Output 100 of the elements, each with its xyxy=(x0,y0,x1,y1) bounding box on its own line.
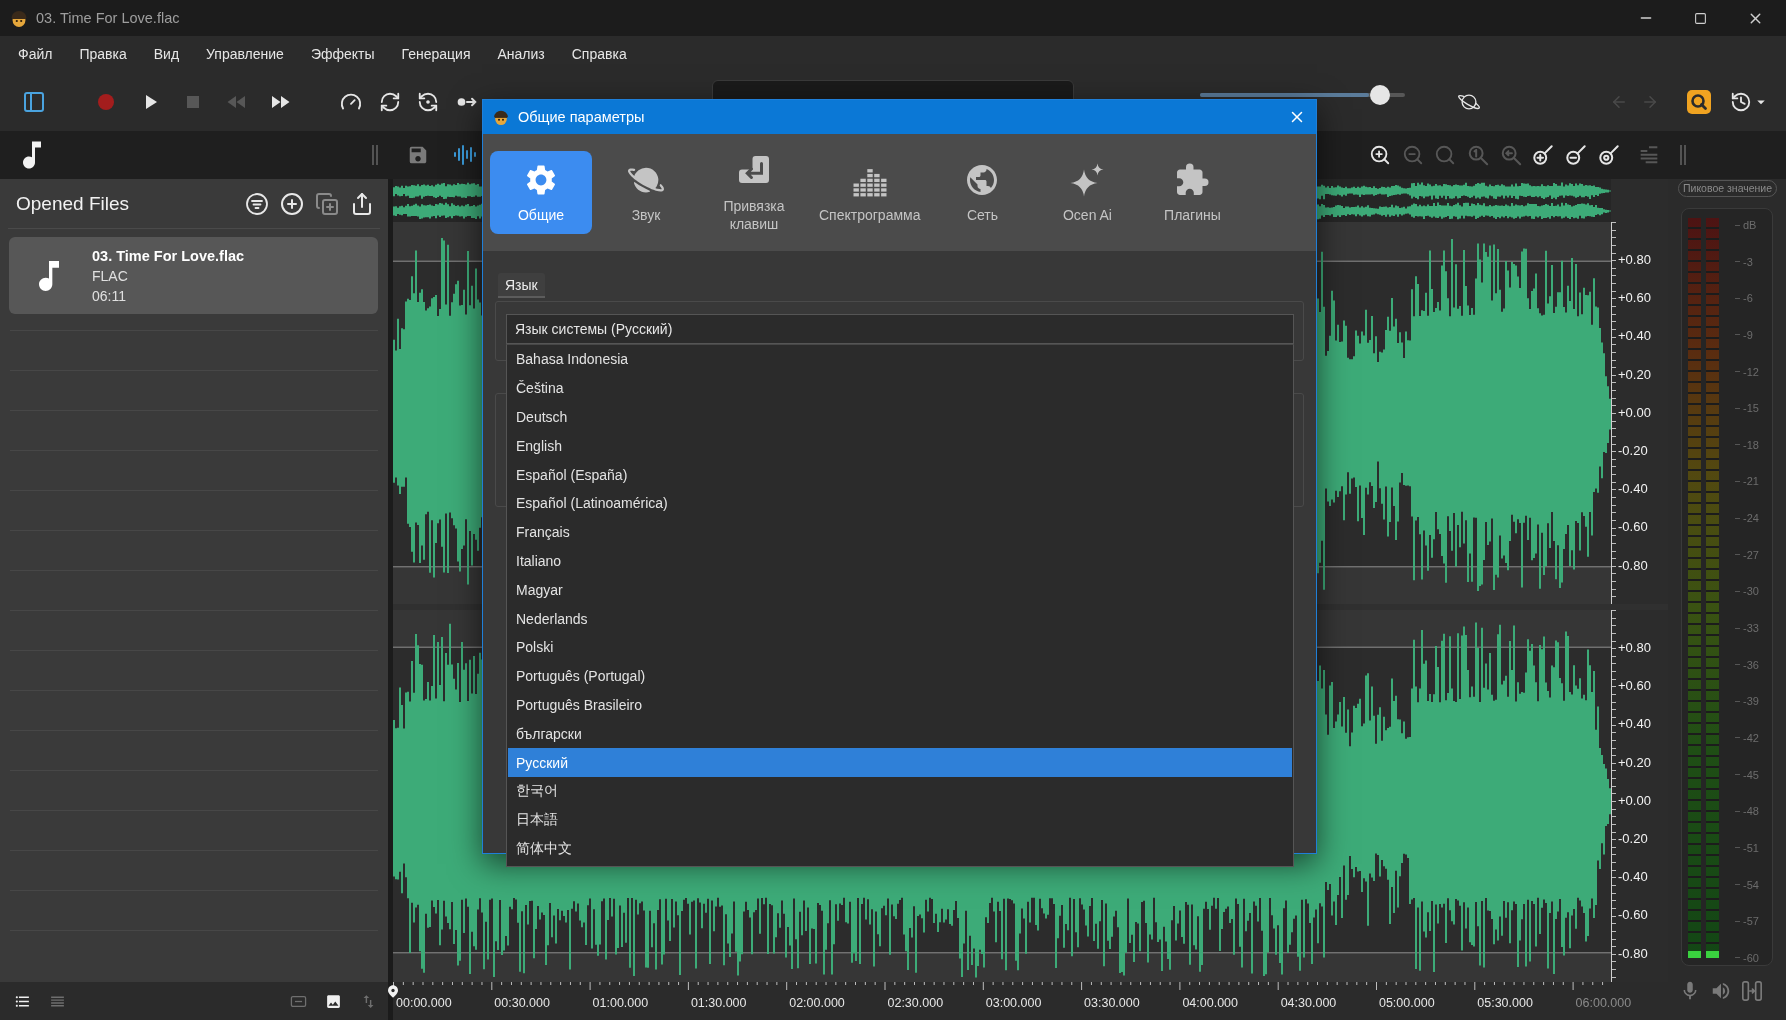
dropdown-option[interactable]: Русский xyxy=(508,748,1292,777)
time-label: 04:00.000 xyxy=(1182,995,1239,1011)
history-icon[interactable] xyxy=(1730,90,1753,113)
time-label: 02:00.000 xyxy=(789,995,846,1011)
amplitude-label: -0.80 xyxy=(1617,556,1649,575)
amplitude-label: -0.60 xyxy=(1617,518,1649,537)
language-dropdown[interactable]: Язык системы (Русский) xyxy=(506,314,1294,344)
dropdown-option[interactable]: Português Brasileiro xyxy=(508,690,1292,720)
file-item[interactable]: 03. Time For Love.flac FLAC 06:11 xyxy=(9,237,378,314)
drag-handle-icon[interactable] xyxy=(371,144,379,166)
amplitude-label: -0.20 xyxy=(1617,441,1649,460)
meter-scale-label: -6 xyxy=(1735,292,1759,305)
meter-scale-label: -33 xyxy=(1735,622,1759,635)
menu-item[interactable]: Правка xyxy=(79,46,127,62)
speaker-icon[interactable] xyxy=(1710,980,1732,1002)
meter-scale-label: -39 xyxy=(1735,695,1759,708)
amplitude-label: +0.20 xyxy=(1617,753,1652,772)
dropdown-option[interactable]: Nederlands xyxy=(508,604,1292,633)
meter-scale-label: -51 xyxy=(1735,841,1759,854)
time-label: 04:30.000 xyxy=(1280,995,1338,1011)
menu-item[interactable]: Файл xyxy=(18,46,53,62)
vertical-zoom-reset-icon[interactable] xyxy=(1597,144,1620,166)
dropdown-option[interactable]: 日本語 xyxy=(508,805,1292,835)
amplitude-label: +0.00 xyxy=(1617,791,1652,810)
preferences-tab[interactable]: Привязка клавиш xyxy=(700,151,808,234)
meter-scale-label: -18 xyxy=(1735,438,1759,451)
dropdown-option[interactable]: Bahasa Indonesia xyxy=(508,345,1292,374)
amplitude-label: +0.80 xyxy=(1617,251,1652,269)
amplitude-label: -0.40 xyxy=(1617,868,1649,887)
search-icon[interactable] xyxy=(1687,89,1712,114)
time-label: 00:00.000 xyxy=(396,995,453,1011)
waveform-view-icon[interactable] xyxy=(453,143,477,167)
time-label: 01:30.000 xyxy=(690,995,748,1011)
menu-item[interactable]: Анализ xyxy=(497,46,545,62)
zoom-in-icon[interactable] xyxy=(1369,144,1391,166)
dropdown-option[interactable]: Español (España) xyxy=(508,460,1292,489)
dropdown-option[interactable]: Français xyxy=(508,517,1292,547)
preferences-tab[interactable]: Звук xyxy=(595,151,697,234)
menu-item[interactable]: Управление xyxy=(206,46,284,62)
meter-scale-label: -15 xyxy=(1735,402,1759,415)
loop-dot-icon[interactable] xyxy=(417,90,440,113)
preferences-tab[interactable]: Ocen Ai xyxy=(1036,151,1139,234)
dropdown-option[interactable]: Magyar xyxy=(508,575,1292,605)
meter-scale-label: -27 xyxy=(1735,548,1759,561)
dropdown-option[interactable]: български xyxy=(508,719,1292,749)
preferences-tab[interactable]: Плагины xyxy=(1141,151,1244,234)
meter-scale-label: -57 xyxy=(1735,915,1759,928)
amplitude-label: +0.60 xyxy=(1617,289,1652,308)
dropdown-option[interactable]: 한국어 xyxy=(508,776,1292,806)
add-icon[interactable] xyxy=(280,191,304,216)
playhead-marker-icon[interactable] xyxy=(388,985,398,998)
dropdown-option[interactable]: Deutsch xyxy=(508,402,1292,432)
dialog-title: Общие параметры xyxy=(518,109,646,125)
loop-icon[interactable] xyxy=(378,90,401,113)
preferences-tab[interactable]: Спектрограмма xyxy=(811,151,929,234)
vertical-zoom-in-icon[interactable] xyxy=(1532,144,1555,166)
menu-item[interactable]: Вид xyxy=(153,46,180,62)
section-tab[interactable]: Язык xyxy=(498,273,545,298)
meter-scale-label: -21 xyxy=(1735,475,1759,488)
vertical-zoom-out-icon[interactable] xyxy=(1565,144,1588,166)
save-icon[interactable] xyxy=(407,144,429,166)
meter-scale-label: -9 xyxy=(1735,328,1759,341)
image-icon[interactable] xyxy=(325,992,342,1010)
dropdown-option[interactable]: Čeština xyxy=(508,373,1292,403)
time-label: 06:00.000 xyxy=(1575,995,1633,1011)
amplitude-label: +0.40 xyxy=(1617,715,1652,734)
maximize-icon[interactable] xyxy=(1694,11,1707,25)
menu-item[interactable]: Генерация xyxy=(401,46,471,62)
meter-scale-label: -3 xyxy=(1735,255,1759,268)
dropdown-option[interactable]: Polski xyxy=(508,632,1292,662)
time-label: 03:30.000 xyxy=(1084,995,1141,1011)
dropdown-option[interactable]: Português (Portugal) xyxy=(508,661,1292,691)
amplitude-label: -0.80 xyxy=(1617,944,1649,963)
sidebar-toggle-icon[interactable] xyxy=(22,89,46,114)
dropdown-option[interactable]: English xyxy=(508,431,1292,461)
dropdown-option[interactable]: Español (Latinoamérica) xyxy=(508,489,1292,518)
meter-scale-label: -54 xyxy=(1735,878,1759,891)
preferences-tab[interactable]: Сеть xyxy=(931,151,1034,234)
meter-scale-label: -30 xyxy=(1735,585,1759,598)
time-label: 01:00.000 xyxy=(592,995,650,1011)
time-label: 05:00.000 xyxy=(1378,995,1436,1011)
channel-split-icon[interactable] xyxy=(1741,980,1763,1002)
share-icon[interactable] xyxy=(350,191,374,216)
time-label: 00:30.000 xyxy=(494,995,551,1011)
menu-item[interactable]: Эффекты xyxy=(310,46,375,62)
filter-icon[interactable] xyxy=(245,191,269,216)
amplitude-label: +0.00 xyxy=(1617,403,1652,422)
puzzle-piece-icon xyxy=(1174,161,1211,198)
panel-title: Opened Files xyxy=(16,192,130,215)
dropdown-option[interactable]: 简体中文 xyxy=(508,834,1292,864)
drag-handle-icon[interactable] xyxy=(1678,144,1687,166)
time-label: 03:00.000 xyxy=(985,995,1043,1011)
dropdown-option[interactable]: Italiano xyxy=(508,546,1292,576)
amplitude-label: +0.40 xyxy=(1617,327,1652,346)
meter-scale-label: -24 xyxy=(1735,512,1759,525)
mascot-icon xyxy=(9,8,29,28)
time-label: 05:30.000 xyxy=(1477,995,1534,1011)
volume-slider-thumb[interactable] xyxy=(1370,85,1391,105)
amplitude-label: +0.80 xyxy=(1617,639,1652,657)
menu-item[interactable]: Справка xyxy=(571,46,627,62)
